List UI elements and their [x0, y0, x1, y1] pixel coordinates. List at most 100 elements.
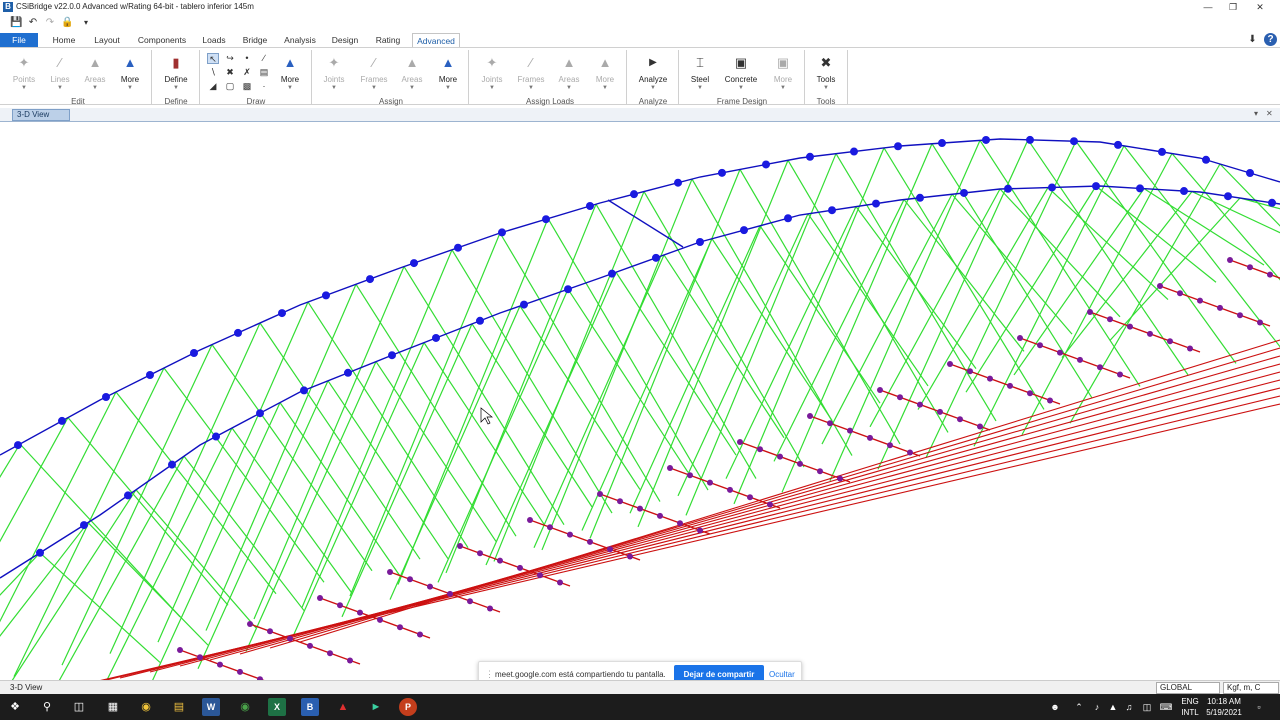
- deck-node[interactable]: [267, 628, 273, 635]
- undo-icon[interactable]: ↶: [27, 17, 39, 29]
- redo-icon[interactable]: ↷: [44, 17, 56, 29]
- deck-node[interactable]: [537, 572, 543, 579]
- hanger-cable[interactable]: [0, 552, 41, 680]
- arch-node[interactable]: [432, 333, 440, 342]
- deck-node[interactable]: [407, 576, 413, 583]
- deck-node[interactable]: [447, 590, 453, 597]
- volume-icon[interactable]: ♫: [1122, 700, 1136, 714]
- arch-node[interactable]: [982, 135, 990, 144]
- language-indicator[interactable]: ENG INTL: [1178, 696, 1202, 718]
- tab-loads[interactable]: Loads: [200, 33, 228, 47]
- deck-node[interactable]: [747, 494, 753, 501]
- arch-node[interactable]: [1048, 183, 1056, 192]
- arch-node[interactable]: [1114, 140, 1122, 149]
- deck-node[interactable]: [247, 621, 253, 627]
- excel-icon[interactable]: X: [268, 698, 286, 716]
- task-view-icon[interactable]: ◫: [70, 698, 88, 716]
- deck-node[interactable]: [877, 387, 883, 393]
- deck-node[interactable]: [1237, 312, 1243, 319]
- deck-node[interactable]: [797, 460, 803, 467]
- search-icon[interactable]: ⚲: [38, 698, 56, 716]
- hanger-cable[interactable]: [19, 443, 181, 618]
- hanger-cable[interactable]: [87, 522, 209, 646]
- deck-node[interactable]: [1267, 271, 1273, 278]
- deck-node[interactable]: [1247, 264, 1253, 271]
- arch-node[interactable]: [1246, 169, 1254, 177]
- close-button[interactable]: ✕: [1248, 1, 1272, 13]
- hanger-cable[interactable]: [931, 143, 1093, 399]
- arch-node[interactable]: [718, 168, 726, 177]
- loads-joints-button[interactable]: ✦ Joints ▼: [474, 50, 510, 92]
- arch-node[interactable]: [1026, 135, 1034, 144]
- deck-node[interactable]: [817, 468, 823, 475]
- arch-node[interactable]: [256, 409, 264, 418]
- draw-brace-icon[interactable]: ✖: [224, 67, 236, 78]
- tab-3d-view[interactable]: 3-D View: [12, 109, 70, 121]
- deck-node[interactable]: [587, 538, 593, 545]
- hanger-cable[interactable]: [0, 417, 69, 680]
- save-icon[interactable]: 💾: [10, 17, 22, 29]
- deck-crossbeam[interactable]: [949, 363, 1061, 405]
- hanger-cable[interactable]: [0, 522, 89, 680]
- tab-advanced[interactable]: Advanced: [412, 33, 460, 47]
- hanger-cable[interactable]: [115, 391, 277, 595]
- deck-node[interactable]: [377, 616, 383, 623]
- draw-cross-icon[interactable]: ✗: [241, 67, 253, 78]
- more-loads-button[interactable]: ▲ More ▼: [587, 50, 623, 92]
- arch-node[interactable]: [586, 202, 594, 210]
- hanger-cable[interactable]: [759, 225, 881, 404]
- deck-stringer[interactable]: [269, 347, 1280, 649]
- hanger-cable[interactable]: [663, 254, 785, 439]
- deck-node[interactable]: [1157, 283, 1163, 289]
- arch-node[interactable]: [476, 316, 484, 325]
- hanger-cable[interactable]: [589, 169, 741, 539]
- wifi-icon[interactable]: ▲: [1106, 700, 1120, 714]
- select-pointer-icon[interactable]: ↖: [207, 53, 219, 64]
- deck-node[interactable]: [197, 654, 203, 661]
- arch-node[interactable]: [872, 199, 880, 208]
- arch-node[interactable]: [674, 178, 682, 187]
- deck-node[interactable]: [337, 602, 343, 609]
- deck-node[interactable]: [1227, 257, 1233, 263]
- hanger-cable[interactable]: [197, 380, 329, 669]
- deck-node[interactable]: [627, 553, 633, 560]
- concrete-design-button[interactable]: ▣ Concrete ▼: [723, 50, 759, 92]
- arch-node[interactable]: [652, 253, 660, 262]
- hanger-cable[interactable]: [327, 380, 449, 560]
- hanger-cable[interactable]: [109, 322, 261, 654]
- tab-rating[interactable]: Rating: [372, 33, 404, 47]
- model-viewport-3d[interactable]: [0, 122, 1280, 680]
- deck-node[interactable]: [1107, 316, 1113, 323]
- deck-node[interactable]: [1187, 345, 1193, 352]
- hanger-cable[interactable]: [787, 159, 949, 433]
- arch-node[interactable]: [1224, 192, 1232, 201]
- bridge-model-drawing[interactable]: [0, 122, 1280, 680]
- deck-node[interactable]: [1017, 335, 1023, 341]
- deck-stringer[interactable]: [209, 363, 1280, 661]
- deck-node[interactable]: [287, 635, 293, 642]
- deck-node[interactable]: [1007, 382, 1013, 389]
- hanger-cable[interactable]: [349, 232, 501, 597]
- deck-node[interactable]: [557, 579, 563, 586]
- deck-node[interactable]: [847, 427, 853, 434]
- deck-node[interactable]: [517, 564, 523, 571]
- assign-areas-button[interactable]: ▲ Areas ▼: [394, 50, 430, 92]
- deck-node[interactable]: [467, 598, 473, 605]
- deck-crossbeam[interactable]: [879, 389, 991, 431]
- hanger-cable[interactable]: [629, 225, 761, 514]
- deck-node[interactable]: [777, 453, 783, 460]
- deck-node[interactable]: [807, 413, 813, 419]
- arch-node[interactable]: [1092, 182, 1100, 191]
- tools-button[interactable]: ✖ Tools ▼: [808, 50, 844, 92]
- app-icon[interactable]: ►: [367, 698, 385, 716]
- deck-node[interactable]: [1037, 342, 1043, 349]
- csibridge-taskbar-icon[interactable]: B: [301, 698, 319, 716]
- hanger-cable[interactable]: [1171, 153, 1280, 341]
- arch-node[interactable]: [454, 243, 462, 252]
- deck-node[interactable]: [1167, 338, 1173, 345]
- deck-node[interactable]: [1197, 297, 1203, 304]
- deck-node[interactable]: [727, 486, 733, 493]
- deck-node[interactable]: [1257, 319, 1263, 326]
- arch-node[interactable]: [520, 300, 528, 309]
- arch-node[interactable]: [1268, 198, 1276, 207]
